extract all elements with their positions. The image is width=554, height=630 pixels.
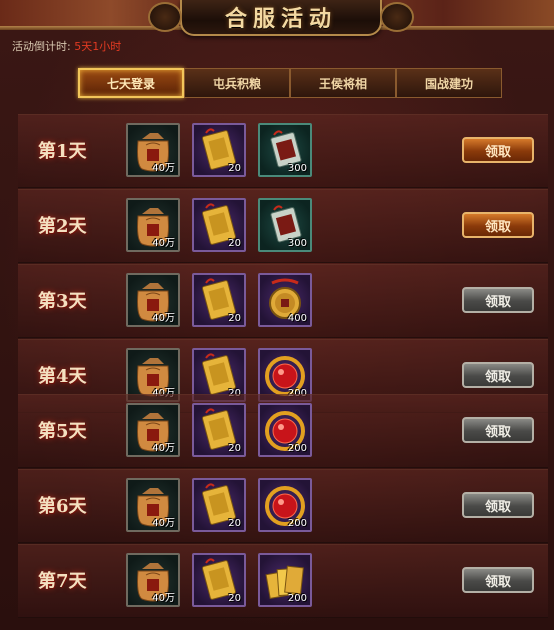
tab-label: 王侯将相 (318, 76, 367, 91)
reward-item-purple-token[interactable]: 20 (192, 198, 246, 252)
day-label: 第4天 (38, 366, 87, 387)
reward-row: 第7天 40万 20 200 领取 (18, 544, 548, 618)
claim-button[interactable]: 领取 (462, 492, 534, 518)
item-quantity: 40万 (152, 443, 175, 454)
day-label: 第1天 (38, 141, 87, 162)
item-quantity: 20 (228, 238, 241, 249)
item-quantity: 200 (287, 518, 307, 529)
claim-button[interactable]: 领取 (462, 362, 534, 388)
reward-item-dragon-orb[interactable]: 200 (258, 403, 312, 457)
item-quantity: 400 (287, 313, 307, 324)
countdown-value: 5天1小时 (74, 40, 122, 53)
claim-button[interactable]: 领取 (462, 137, 534, 163)
tab-troop-grain[interactable]: 屯兵积粮 (184, 68, 290, 98)
tab-bar: 七天登录 屯兵积粮 王侯将相 国战建功 (0, 68, 554, 102)
day-label: 第6天 (38, 496, 87, 517)
reward-item-purple-token[interactable]: 20 (192, 478, 246, 532)
reward-row: 第2天 40万 20 300 领取 (18, 189, 548, 263)
title-ornament-right (380, 2, 414, 32)
reward-item-purple-token[interactable]: 20 (192, 553, 246, 607)
reward-row: 第3天 40万 20 400 领取 (18, 264, 548, 338)
reward-item-grain-bag[interactable]: 40万 (126, 553, 180, 607)
countdown-label: 活动倒计时: (12, 40, 71, 53)
item-quantity: 40万 (152, 518, 175, 529)
item-quantity: 300 (287, 163, 307, 174)
item-quantity: 20 (228, 313, 241, 324)
tab-label: 屯兵积粮 (212, 76, 261, 91)
title-plate: 合服活动 (148, 0, 414, 36)
reward-row: 第5天 40万 20 200 领取 (18, 394, 548, 468)
reward-item-purple-token[interactable]: 20 (192, 403, 246, 457)
item-quantity: 20 (228, 518, 241, 529)
countdown: 活动倒计时: 5天1小时 (12, 38, 121, 54)
item-quantity: 20 (228, 163, 241, 174)
reward-row: 第1天 40万 20 300 领取 (18, 114, 548, 188)
page-title: 合服活动 (224, 7, 337, 32)
day-label: 第7天 (38, 571, 87, 592)
reward-row: 第6天 40万 20 200 领取 (18, 469, 548, 543)
reward-item-green-token[interactable]: 300 (258, 198, 312, 252)
day-label: 第5天 (38, 421, 87, 442)
reward-item-green-token[interactable]: 300 (258, 123, 312, 177)
tab-lords-generals[interactable]: 王侯将相 (290, 68, 396, 98)
reward-item-purple-token[interactable]: 20 (192, 123, 246, 177)
item-quantity: 200 (287, 593, 307, 604)
tab-label: 七天登录 (106, 76, 155, 91)
reward-item-grain-bag[interactable]: 40万 (126, 478, 180, 532)
item-quantity: 40万 (152, 593, 175, 604)
item-quantity: 40万 (152, 313, 175, 324)
item-quantity: 40万 (152, 238, 175, 249)
reward-item-gold-medallion[interactable]: 400 (258, 273, 312, 327)
item-quantity: 20 (228, 443, 241, 454)
reward-item-grain-bag[interactable]: 40万 (126, 123, 180, 177)
day-label: 第3天 (38, 291, 87, 312)
claim-button[interactable]: 领取 (462, 567, 534, 593)
claim-button[interactable]: 领取 (462, 287, 534, 313)
reward-item-dragon-orb[interactable]: 200 (258, 478, 312, 532)
claim-button[interactable]: 领取 (462, 212, 534, 238)
reward-item-grain-bag[interactable]: 40万 (126, 273, 180, 327)
reward-item-grain-bag[interactable]: 40万 (126, 198, 180, 252)
tab-seven-day-login[interactable]: 七天登录 (78, 68, 184, 98)
item-quantity: 300 (287, 238, 307, 249)
item-quantity: 200 (287, 443, 307, 454)
title-ornament-left (148, 2, 182, 32)
claim-button[interactable]: 领取 (462, 417, 534, 443)
item-quantity: 40万 (152, 163, 175, 174)
reward-item-purple-token[interactable]: 20 (192, 273, 246, 327)
tab-label: 国战建功 (424, 76, 473, 91)
day-label: 第2天 (38, 216, 87, 237)
tab-national-war[interactable]: 国战建功 (396, 68, 502, 98)
reward-item-grain-bag[interactable]: 40万 (126, 403, 180, 457)
reward-item-gold-ingots[interactable]: 200 (258, 553, 312, 607)
item-quantity: 20 (228, 593, 241, 604)
